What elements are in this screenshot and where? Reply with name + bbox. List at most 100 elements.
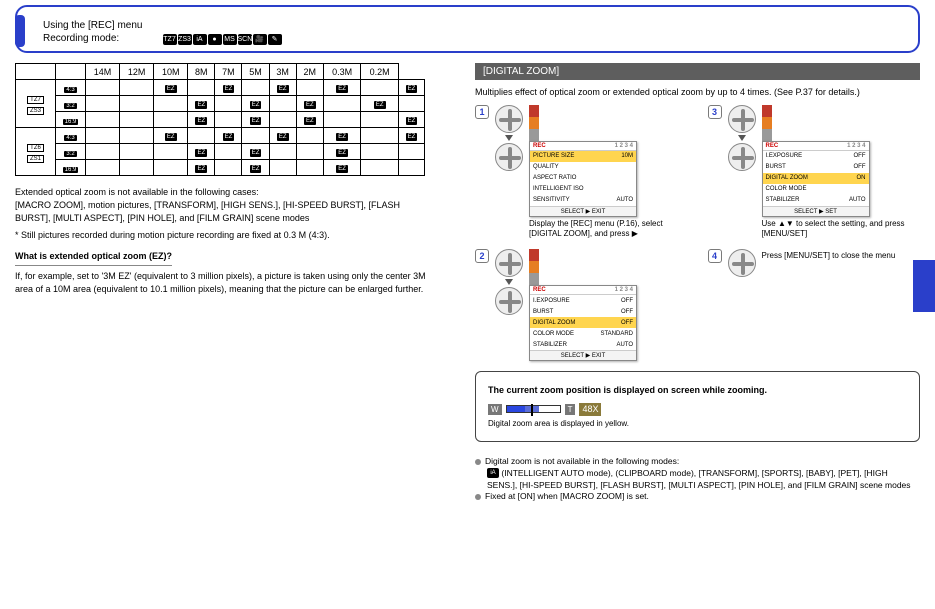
table-cell — [296, 160, 323, 176]
table-cell — [120, 128, 154, 144]
menu-row-value: OFF — [854, 164, 866, 170]
ez-badge: EZ — [195, 101, 207, 109]
ez-badge: EZ — [336, 149, 348, 157]
table-col-header: 12M — [120, 64, 154, 80]
aspect-ratio-badge: 4:3 — [64, 87, 76, 93]
table-cell — [86, 144, 120, 160]
menu-row: SENSITIVITYAUTO — [530, 195, 636, 206]
dpad-icon — [728, 249, 756, 277]
mode-icon: ● — [208, 34, 222, 45]
menu-screenshot: REC1 2 3 4I.EXPOSUREOFFBURSTOFFDIGITAL Z… — [762, 141, 870, 217]
step-number: 1 — [475, 105, 489, 119]
menu-row-label: DIGITAL ZOOM — [766, 175, 808, 181]
ez-badge: EZ — [336, 85, 348, 93]
ez-badge: EZ — [165, 85, 177, 93]
mode-icon: SCN — [238, 34, 252, 45]
table-cell — [86, 96, 120, 112]
menu-row-value: OFF — [621, 298, 633, 304]
table-cell — [154, 96, 188, 112]
table-cell — [296, 144, 323, 160]
step-number: 4 — [708, 249, 722, 263]
bullet-icon — [475, 494, 481, 500]
menu-side-tab — [762, 117, 772, 129]
aspect-ratio-badge: 16:9 — [63, 167, 79, 173]
ez-badge: EZ — [277, 85, 289, 93]
table-cell: EZ — [242, 144, 269, 160]
table-col-header: 14M — [86, 64, 120, 80]
instruction-step: 2REC1 2 3 4I.EXPOSUREOFFBURSTOFFDIGITAL … — [475, 249, 688, 361]
menu-row-value: OFF — [621, 309, 633, 315]
table-cell: EZ — [361, 96, 399, 112]
model-badge: TZ6 — [27, 144, 44, 152]
model-badge: ZS1 — [27, 155, 44, 163]
left-note-line: [MACRO ZOOM], motion pictures, [TRANSFOR… — [15, 199, 435, 225]
table-col-header: 5M — [242, 64, 269, 80]
table-cell — [120, 144, 154, 160]
menu-side-tab — [762, 129, 772, 141]
step-caption: Display the [REC] menu (P.16), select [D… — [529, 219, 688, 240]
table-cell — [86, 112, 120, 128]
menu-row-value: AUTO — [849, 197, 866, 203]
ez-badge: EZ — [250, 117, 262, 125]
menu-row-label: DIGITAL ZOOM — [533, 320, 575, 326]
table-cell — [86, 80, 120, 96]
step-caption: Press [MENU/SET] to close the menu — [762, 251, 921, 261]
menu-page-indicator: 1 2 3 4 — [847, 143, 865, 149]
table-cell: EZ — [296, 112, 323, 128]
steps-grid: 1REC1 2 3 4PICTURE SIZE10MQUALITYASPECT … — [475, 105, 920, 362]
menu-screenshot: REC1 2 3 4I.EXPOSUREOFFBURSTOFFDIGITAL Z… — [529, 285, 637, 361]
dpad-icon — [495, 143, 523, 171]
aspect-ratio-cell: 4:3 — [56, 80, 86, 96]
ez-badge: EZ — [250, 149, 262, 157]
dpad-icon — [495, 249, 523, 277]
menu-page-indicator: 1 2 3 4 — [615, 287, 633, 293]
table-col-header: 7M — [215, 64, 242, 80]
menu-row-value: OFF — [621, 320, 633, 326]
aspect-ratio-cell: 3:2 — [56, 144, 86, 160]
table-cell: EZ — [323, 144, 361, 160]
table-cell — [361, 160, 399, 176]
table-cell — [154, 112, 188, 128]
menu-row-value: AUTO — [616, 342, 633, 348]
dpad-icon — [728, 143, 756, 171]
menu-row: STABILIZER AUTO — [530, 339, 636, 350]
arrow-down-icon — [505, 279, 513, 285]
left-note-line: Extended optical zoom is not available i… — [15, 186, 435, 199]
menu-row: I.EXPOSUREOFF — [530, 295, 636, 306]
table-cell: EZ — [323, 160, 361, 176]
table-cell — [120, 96, 154, 112]
section-title-text: [DIGITAL ZOOM] — [483, 66, 559, 77]
menu-row-label: STABILIZER — [533, 342, 567, 348]
dpad-stack — [728, 249, 756, 277]
ez-badge: EZ — [304, 101, 316, 109]
arrow-down-icon — [738, 135, 746, 141]
section-title: [DIGITAL ZOOM] — [475, 63, 920, 80]
menu-side-tab — [529, 261, 539, 273]
table-cell — [323, 96, 361, 112]
menu-row-value: 10M — [621, 153, 633, 159]
table-col-header: 10M — [154, 64, 188, 80]
ia-mode-icon: iA — [487, 468, 499, 478]
menu-row-value: STANDARD — [600, 331, 633, 337]
table-cell — [269, 112, 296, 128]
menu-row-value: OFF — [854, 153, 866, 159]
menu-row: STABILIZERAUTO — [763, 195, 869, 206]
table-cell: EZ — [323, 128, 361, 144]
table-cell: EZ — [215, 128, 242, 144]
ez-badge: EZ — [406, 117, 418, 125]
menu-row-label: ASPECT RATIO — [533, 175, 576, 181]
mode-icon: ✎ — [268, 34, 282, 45]
menu-side-tab — [529, 273, 539, 285]
ez-badge: EZ — [336, 165, 348, 173]
table-cell — [269, 160, 296, 176]
dpad-stack — [495, 249, 523, 315]
ez-badge: EZ — [250, 165, 262, 173]
zoom-box-caption: Digital zoom area is displayed in yellow… — [488, 418, 907, 429]
table-cell — [120, 112, 154, 128]
table-cell: EZ — [188, 112, 215, 128]
ez-badge: EZ — [195, 117, 207, 125]
step-number: 2 — [475, 249, 489, 263]
table-cell — [296, 128, 323, 144]
instruction-step: 1REC1 2 3 4PICTURE SIZE10MQUALITYASPECT … — [475, 105, 688, 240]
table-cell — [188, 128, 215, 144]
